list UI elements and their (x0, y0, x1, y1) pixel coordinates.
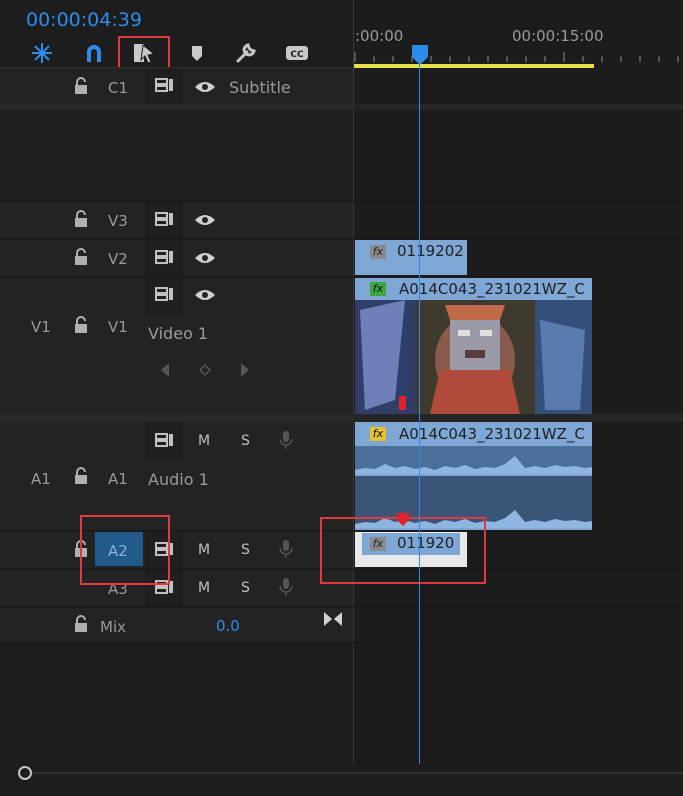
keyframe-navigation[interactable] (158, 361, 258, 379)
track-v2-name: V2 (108, 250, 128, 268)
track-c1-name: C1 (108, 79, 129, 97)
sync-lock-icon[interactable] (155, 249, 175, 265)
highlight-linked-selection (118, 36, 170, 70)
add-marker-icon[interactable] (184, 40, 210, 66)
source-a1[interactable]: A1 (31, 470, 51, 488)
audio-marker (397, 513, 409, 526)
ruler-label-15s: 00:00:15:00 (512, 27, 604, 45)
solo-button[interactable]: S (241, 542, 250, 558)
fx-badge: fx (370, 245, 386, 259)
lock-icon[interactable] (73, 248, 89, 266)
work-area-bar[interactable] (354, 64, 594, 68)
wrench-settings-icon[interactable] (233, 40, 259, 66)
eye-icon[interactable] (194, 80, 216, 94)
track-a1-label: Audio 1 (148, 470, 209, 489)
lock-icon[interactable] (73, 615, 89, 633)
lock-icon[interactable] (73, 316, 89, 334)
captions-icon[interactable]: CC (284, 40, 310, 66)
mix-volume-value[interactable]: 0.0 (216, 617, 240, 635)
track-a1-name: A1 (108, 470, 128, 488)
mute-button[interactable]: M (198, 542, 210, 558)
track-mix-label: Mix (100, 618, 126, 636)
timeline-separator (354, 104, 683, 110)
track-v1-name: V1 (108, 318, 128, 336)
sync-lock-icon[interactable] (155, 211, 175, 227)
snap-magnet-icon[interactable] (81, 40, 107, 66)
lock-icon[interactable] (73, 467, 89, 485)
audio-waveform (355, 456, 592, 528)
clip-a1-name: A014C043_231021WZ_C (399, 425, 585, 443)
eye-icon[interactable] (194, 288, 216, 302)
clip-v1-name: A014C043_231021WZ_C (399, 280, 585, 298)
playhead-handle[interactable] (411, 44, 429, 66)
microphone-icon[interactable] (278, 430, 294, 450)
bottom-bar (0, 764, 683, 796)
panel-divider (353, 0, 354, 764)
solo-button[interactable]: S (241, 433, 250, 449)
timeline-separator (354, 414, 683, 422)
fx-badge: fx (370, 427, 386, 441)
clip-thumbnail-image (355, 300, 592, 414)
horizontal-scrollbar[interactable] (32, 772, 683, 774)
time-ruler[interactable] (354, 46, 683, 66)
lock-icon[interactable] (73, 210, 89, 228)
empty-video-space (0, 110, 353, 200)
empty-track-space (0, 644, 353, 764)
track-c1-label: Subtitle (229, 78, 291, 97)
solo-button[interactable]: S (241, 580, 250, 596)
eye-icon[interactable] (194, 213, 216, 227)
microphone-icon[interactable] (278, 577, 294, 597)
lock-icon[interactable] (73, 77, 89, 95)
fx-badge: fx (370, 282, 386, 296)
track-v3-name: V3 (108, 212, 128, 230)
snap-nest-icon[interactable] (29, 40, 55, 66)
sync-lock-icon[interactable] (155, 432, 175, 448)
track-mix-header[interactable] (0, 608, 353, 642)
playhead-line[interactable] (419, 64, 420, 764)
svg-text:CC: CC (290, 50, 304, 60)
sync-lock-icon[interactable] (155, 286, 175, 302)
track-v1-label: Video 1 (148, 324, 209, 343)
highlight-a2-track (80, 515, 170, 585)
microphone-icon[interactable] (278, 539, 294, 559)
transition-icon[interactable] (323, 611, 343, 627)
clip-v2-name: 0119202 (397, 242, 464, 260)
eye-icon[interactable] (194, 251, 216, 265)
playhead-timecode[interactable]: 00:00:04:39 (26, 9, 142, 31)
zoom-scroll-handle[interactable] (18, 766, 32, 780)
mute-button[interactable]: M (198, 580, 210, 596)
source-v1[interactable]: V1 (31, 318, 51, 336)
sync-lock-icon[interactable] (155, 77, 175, 93)
mute-button[interactable]: M (198, 433, 210, 449)
ruler-label-start: :00:00 (355, 27, 404, 45)
